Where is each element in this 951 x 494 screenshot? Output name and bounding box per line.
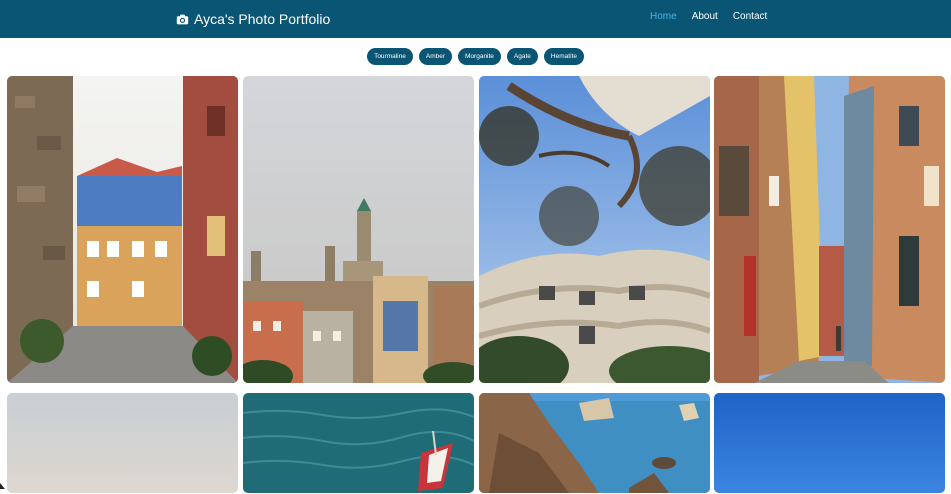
porto-alley-photo[interactable]: [7, 76, 238, 383]
nav-contact[interactable]: Contact: [733, 11, 767, 22]
filter-agate[interactable]: Agate: [506, 48, 538, 65]
filter-morganite[interactable]: Morganite: [458, 48, 501, 65]
filter-tourmaline[interactable]: Tourmaline: [367, 48, 413, 65]
coastal-cliffs-photo[interactable]: [479, 393, 710, 493]
casa-mila-tree-photo[interactable]: [479, 76, 710, 383]
hazy-sky-photo[interactable]: [7, 393, 238, 493]
filter-amber[interactable]: Amber: [418, 48, 453, 65]
brand-link[interactable]: Ayca's Photo Portfolio: [176, 9, 330, 29]
camera-icon: [176, 13, 189, 26]
navbar: Ayca's Photo Portfolio Home About Contac…: [0, 0, 951, 38]
filter-hematite[interactable]: Hematite: [543, 48, 584, 65]
filter-bar: Tourmaline Amber Morganite Agate Hematit…: [0, 48, 951, 65]
blue-sky-photo[interactable]: [714, 393, 945, 493]
narrow-street-photo[interactable]: [714, 76, 945, 383]
boat-on-sea-photo[interactable]: [243, 393, 474, 493]
nav-about[interactable]: About: [692, 11, 718, 22]
nav-home[interactable]: Home: [650, 11, 677, 22]
brand-title: Ayca's Photo Portfolio: [194, 11, 331, 27]
porto-skyline-photo[interactable]: [243, 76, 474, 383]
cursor-icon: [0, 476, 5, 489]
nav-links: Home About Contact: [650, 11, 767, 22]
